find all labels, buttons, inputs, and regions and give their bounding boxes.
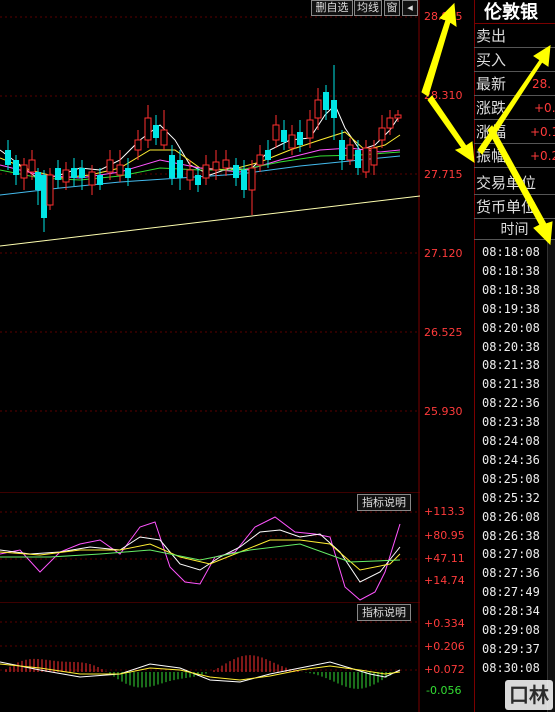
candle-body (281, 130, 287, 142)
candle-body (212, 161, 220, 171)
candle-body (97, 175, 103, 185)
annotation-arrows (421, 2, 553, 246)
tick-time: 08:18:38 (482, 282, 540, 297)
candle-body (106, 159, 114, 173)
candle-body (5, 150, 11, 165)
kdj-d-line (0, 539, 401, 571)
candle-body (362, 147, 370, 173)
candle-body (186, 169, 194, 181)
remove-favorite-button[interactable]: 删自选 (311, 0, 353, 16)
candle-body (125, 168, 131, 178)
candle-body (378, 127, 386, 141)
candle-body (355, 150, 361, 168)
candle-body (288, 134, 296, 149)
candle-body (233, 165, 239, 178)
candle-body (116, 164, 124, 176)
arrow-up-icon (421, 2, 457, 97)
candle-body (13, 160, 19, 175)
indicator-help-button-1[interactable]: 指标说明 (357, 494, 411, 511)
candle-body (144, 117, 152, 141)
candle-body (88, 171, 96, 186)
candle-body (386, 117, 394, 129)
arrow-down-icon (427, 95, 475, 164)
tick-time: 08:20:08 (482, 320, 540, 335)
candle-body (297, 132, 303, 145)
candle-body (28, 159, 36, 173)
tick-time: 08:18:38 (482, 263, 540, 278)
candle-body (134, 139, 142, 151)
candle-body (177, 160, 183, 178)
indicator-label: +80.95 (424, 529, 465, 542)
indicator-label: +113.3 (424, 505, 465, 518)
candle-body (79, 168, 85, 178)
indicator-help-button-2[interactable]: 指标说明 (357, 604, 411, 621)
tick-time: 08:25:08 (482, 471, 540, 486)
indicator-label: +47.11 (424, 552, 465, 565)
candle-body (153, 125, 159, 138)
indicator-label: +14.74 (424, 574, 465, 587)
candle-body (339, 140, 345, 160)
tick-time: 08:23:38 (482, 415, 540, 430)
candle-body (248, 167, 256, 191)
candle-body (202, 164, 210, 179)
tick-time: 08:24:36 (482, 452, 540, 467)
candle-body (62, 169, 70, 183)
price-label: 26.525 (424, 326, 463, 339)
kline-chart[interactable] (0, 0, 420, 492)
candle-body (272, 124, 280, 141)
tick-time: 08:27:36 (482, 566, 540, 581)
indicator-label: +0.072 (424, 663, 465, 676)
macd-histogram (5, 655, 399, 689)
tick-time: 08:19:38 (482, 301, 540, 316)
candle-body (346, 144, 354, 161)
candle-body (160, 129, 168, 146)
tick-time: 08:27:49 (482, 585, 540, 600)
tick-time: 08:20:38 (482, 339, 540, 354)
arrow-down-icon (487, 125, 553, 246)
candle-body (370, 147, 378, 166)
watermark-logo: 口林 (505, 680, 553, 710)
tick-time: 08:25:32 (482, 490, 540, 505)
candle-body (71, 168, 77, 178)
candle-body (331, 100, 337, 118)
candle-body (55, 168, 61, 180)
indicator-label: -0.056 (426, 684, 462, 697)
tick-time: 08:22:36 (482, 396, 540, 411)
tick-time: 08:29:37 (482, 641, 540, 656)
window-button[interactable]: 窗 (384, 0, 400, 16)
candle-body (256, 154, 264, 166)
candle-body (195, 175, 201, 185)
indicator-label: +0.206 (424, 640, 465, 653)
tick-time: 08:28:34 (482, 604, 540, 619)
indicator-label: +0.334 (424, 617, 465, 630)
price-label: 25.930 (424, 405, 463, 418)
tick-time: 08:24:08 (482, 434, 540, 448)
candle-body (20, 164, 28, 179)
candle-body (314, 99, 322, 119)
tick-list-scrollbar[interactable] (547, 240, 555, 712)
tick-time: 08:27:08 (482, 547, 540, 562)
candle-body (241, 170, 247, 190)
candle-body (323, 92, 329, 110)
tick-time: 08:26:08 (482, 509, 540, 524)
tick-time: 08:29:08 (482, 623, 540, 637)
macd-dea-line (0, 663, 401, 681)
tick-time: 08:21:38 (482, 377, 540, 392)
candle-body (306, 119, 314, 139)
candle-body (35, 172, 41, 190)
candle-body (46, 174, 54, 206)
tick-time: 08:30:08 (482, 660, 540, 675)
candle-body (265, 150, 271, 160)
tick-time: 08:21:38 (482, 358, 540, 373)
arrow-up-icon (477, 45, 551, 155)
candle-body (169, 155, 175, 178)
ma-toggle-button[interactable]: 均线 (354, 0, 382, 16)
tick-time: 08:26:38 (482, 528, 540, 543)
macd-dif-line (0, 661, 401, 683)
candle-body (222, 159, 230, 169)
candle-body (41, 175, 47, 218)
